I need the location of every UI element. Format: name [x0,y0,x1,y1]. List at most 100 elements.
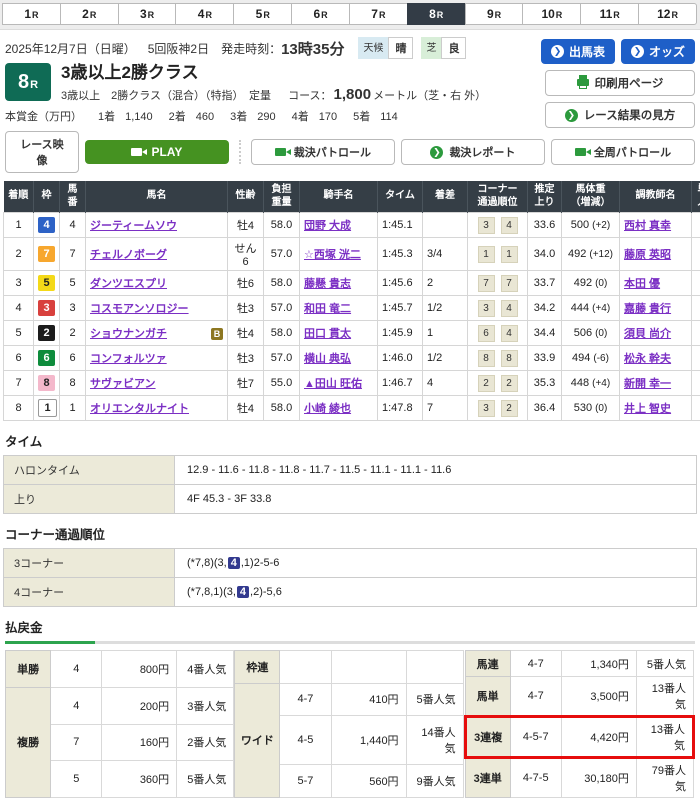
wide-favorite: 9番人気 [406,765,463,798]
margin [423,213,468,238]
race-tab[interactable]: 6R [291,3,350,25]
horse-weight-diff: (0) [595,403,607,414]
stewards-patrol-button[interactable]: 裁決パトロール [251,139,395,165]
media-button-row: レース映像 PLAY 裁決パトロール ❯裁決レポート 全周パトロール [5,131,695,173]
race-tab[interactable]: 4R [175,3,234,25]
play-button[interactable]: PLAY [85,140,229,164]
odds-button[interactable]: ❯オッズ [621,39,695,64]
winner-number-chip: 4 [237,586,249,598]
race-tab[interactable]: 5R [233,3,292,25]
race-tab-suffix: R [148,10,155,20]
payout-row: 馬単 4-7 3,500円 13番人気 [465,677,693,717]
race-tab[interactable]: 11R [580,3,639,25]
stewards-report-button[interactable]: ❯裁決レポート [401,139,545,165]
race-tab[interactable]: 9R [465,3,524,25]
race-tab-bar: 1R 2R 3R 4R 5R 6R [0,0,700,30]
race-tab[interactable]: 2R [60,3,119,25]
margin: 4 [423,371,468,396]
trainer-link[interactable]: 嘉藤 貴行 [624,303,671,315]
horse-weight: 492(0) [562,271,620,296]
course-detail: メートル（芝・右 外） [373,90,486,102]
race-tab-suffix: R [556,10,563,20]
horse-weight: 506(0) [562,321,620,346]
corner-position: 4 [501,300,518,317]
horse-number: 3 [60,296,86,321]
chevron-circle-icon: ❯ [631,45,644,58]
print-page-button[interactable]: 印刷用ページ [545,70,695,96]
divider [239,140,241,164]
race-video-button[interactable]: レース映像 [5,131,79,173]
bracket-quinella-favorite [406,651,463,684]
jockey-link[interactable]: 団野 大成 [304,220,351,232]
results-header-cell: コーナー 通過順位 [468,181,528,213]
result-guide-button[interactable]: ❯レース結果の見方 [545,102,695,128]
frame-number-badge: 6 [38,350,55,366]
wide-payout-row: ワイド 4-7 410円 5番人気 [235,683,463,716]
time-section-title: タイム [5,431,695,450]
carried-weight: 55.0 [264,371,300,396]
bracket-quinella-label: 枠連 [235,651,280,684]
wide-amount: 560円 [331,765,406,798]
trainer-link[interactable]: 本田 優 [624,278,660,290]
race-tab[interactable]: 1R [2,3,61,25]
race-tab[interactable]: 12R [638,3,697,25]
bet-type-label: 3連複 [465,717,510,758]
corner-positions: 34 [468,296,528,321]
frame-number-badge: 1 [38,399,57,417]
race-tab-number: 6 [313,7,320,21]
race-tab-number: 12 [657,7,670,21]
results-header-cell: 着順 [4,181,34,213]
trainer-link[interactable]: 井上 智史 [624,403,671,415]
result-row: 5 2 2 ショウナンガチB 牡4 58.0 田口 貫太 1:45.9 1 64… [4,321,700,346]
jockey-link[interactable]: ☆西塚 洸二 [304,249,361,261]
trainer-link[interactable]: 松永 幹夫 [624,353,671,365]
wide-favorite: 5番人気 [406,683,463,716]
jockey-link[interactable]: 小崎 綾也 [304,403,351,415]
horse-name-link[interactable]: ショウナンガチ [90,328,167,340]
print-button-label: 印刷用ページ [595,75,664,91]
horse-name-link[interactable]: チェルノボーグ [90,249,167,261]
race-tab[interactable]: 8R [407,3,466,25]
horse-name-link[interactable]: サヴァビアン [90,378,156,390]
results-header-cell: 調教師名 [620,181,692,213]
jockey-link[interactable]: ▲田山 旺佑 [304,378,362,390]
video-camera-icon [275,148,286,156]
prize-rank: 5着 [353,111,370,123]
horse-weight-diff: (+12) [589,249,613,260]
payout-section-title: 払戻金 [5,617,695,636]
horse-weight-value: 506 [574,327,592,339]
corner4-row: 4コーナー (*7,8,1)(3,4,2)-5,6 [4,578,697,607]
frame-number-badge: 5 [38,275,55,291]
entries-button[interactable]: ❯出馬表 [541,39,615,64]
jockey-link[interactable]: 田口 貫太 [304,328,351,340]
race-tab[interactable]: 3R [118,3,177,25]
horse-number: 8 [60,371,86,396]
race-tab[interactable]: 7R [349,3,408,25]
trainer-link[interactable]: 新開 幸一 [624,378,671,390]
corner-position: 2 [501,375,518,392]
finish-time: 1:46.7 [378,371,423,396]
race-tab-number: 8 [429,7,436,21]
horse-name-link[interactable]: ダンツエスプリ [90,278,167,290]
prize-rank: 3着 [230,111,247,123]
result-row: 2 7 7 チェルノボーグ せん6 57.0 ☆西塚 洸二 1:45.3 3/4… [4,238,700,271]
all-round-patrol-button[interactable]: 全周パトロール [551,139,695,165]
trainer-link[interactable]: 西村 真幸 [624,220,671,232]
race-tab[interactable]: 10R [522,3,581,25]
payout-row: 3連複 4-5-7 4,420円 13番人気 [465,717,693,758]
trainer-link[interactable]: 須貝 尚介 [624,328,671,340]
jockey-link[interactable]: 藤懸 貴志 [304,278,351,290]
frame-number-badge: 4 [38,217,55,233]
trainer-link[interactable]: 藤原 英昭 [624,249,671,261]
horse-name-link[interactable]: オリエンタルナイト [90,403,189,415]
jockey-link[interactable]: 和田 竜二 [304,303,351,315]
wide-combination: 4-5 [280,716,331,765]
race-number-suffix: R [30,79,38,91]
horse-name-link[interactable]: ジーティームソウ [90,220,177,232]
track-condition-value: 良 [441,37,466,59]
race-tab-suffix: R [321,10,328,20]
jockey-link[interactable]: 横山 典弘 [304,353,351,365]
horse-name-link[interactable]: コンフォルツァ [90,353,167,365]
horse-name-link[interactable]: コスモアンソロジー [90,303,189,315]
combination: 4-7-5 [510,758,561,798]
